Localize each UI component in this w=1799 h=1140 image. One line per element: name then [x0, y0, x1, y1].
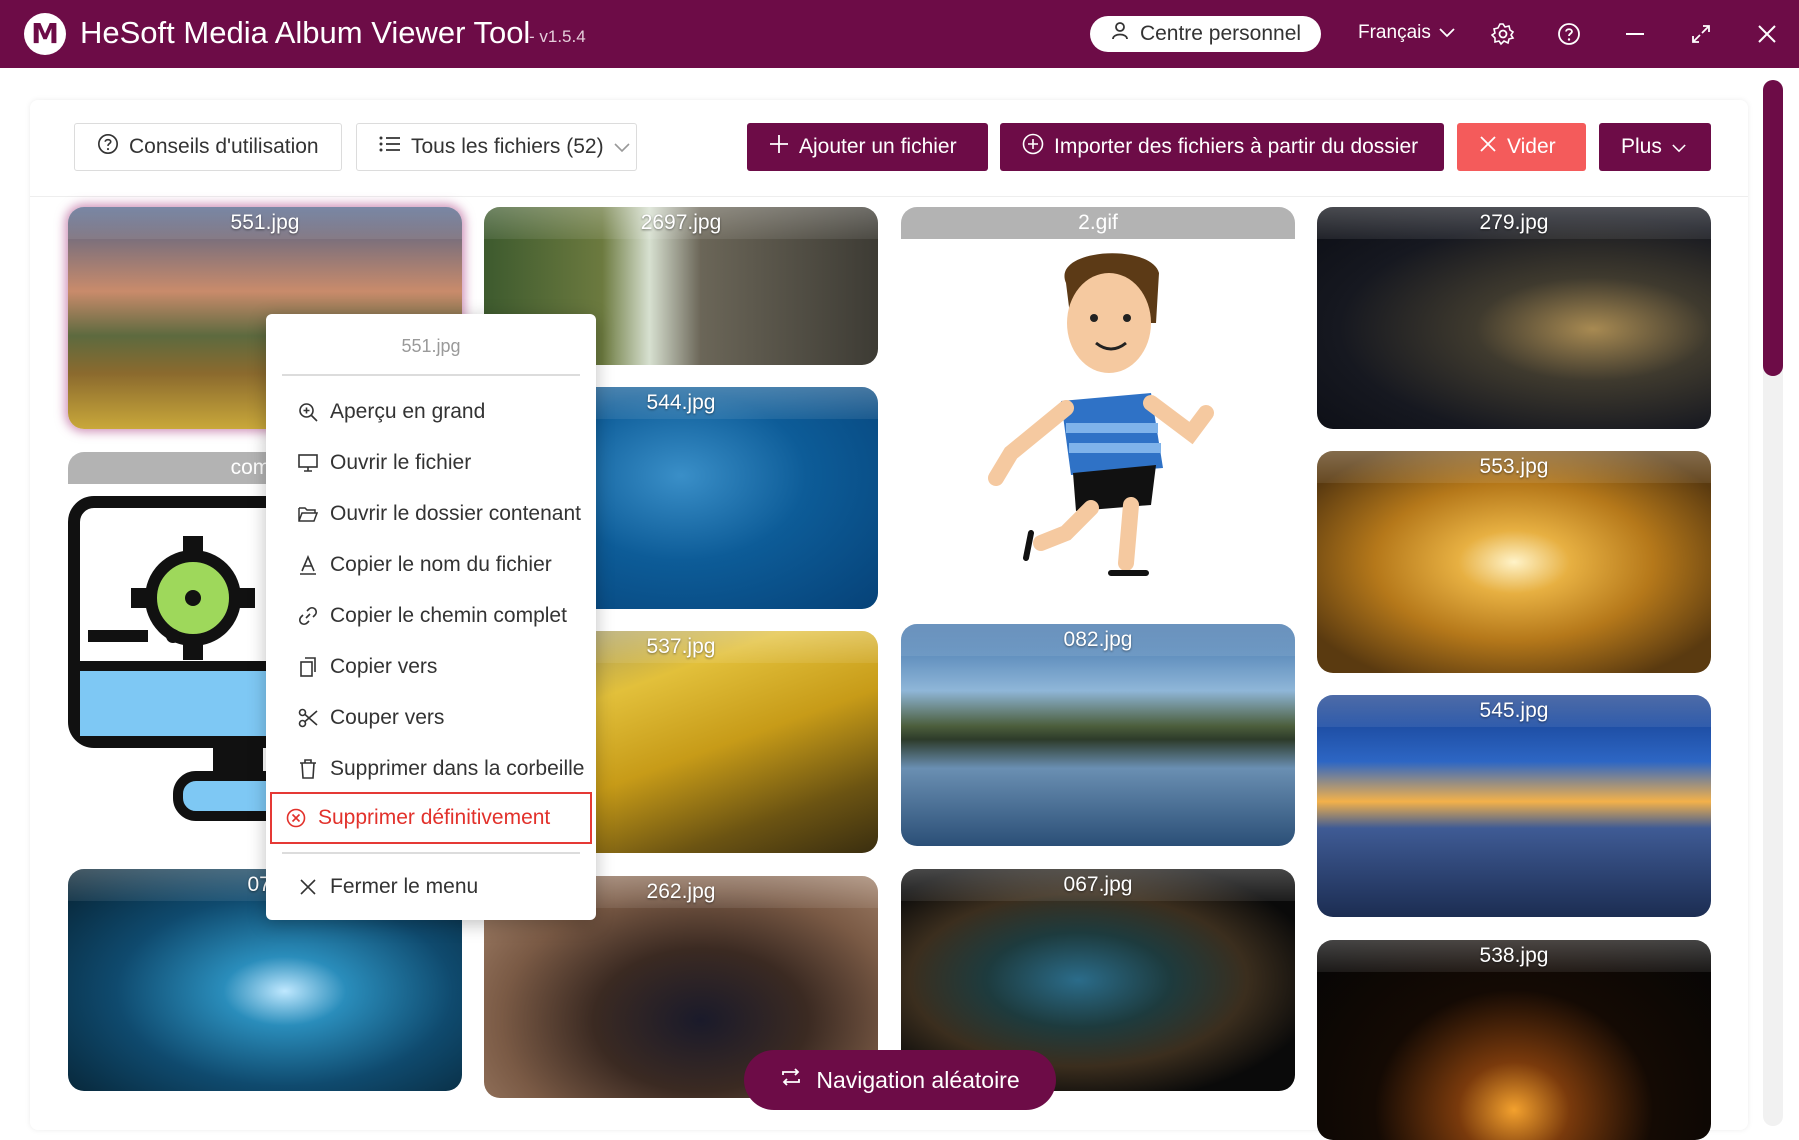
- menu-item-label: Ouvrir le dossier contenant: [330, 502, 581, 525]
- file-filter-dropdown[interactable]: Tous les fichiers (52): [356, 123, 637, 171]
- profile-button[interactable]: Centre personnel: [1090, 16, 1321, 52]
- gallery-item[interactable]: 545.jpg: [1317, 695, 1711, 917]
- gallery-item-label: 545.jpg: [1317, 695, 1711, 727]
- help-icon: [97, 133, 119, 161]
- menu-item-move-to-trash[interactable]: Supprimer dans la corbeille: [282, 747, 584, 791]
- chevron-down-icon: [614, 135, 630, 159]
- context-menu-title: 551.jpg: [401, 336, 461, 356]
- copy-icon: [298, 657, 318, 677]
- title-bar: M HeSoft Media Album Viewer Tool - v1.5.…: [0, 0, 1799, 68]
- profile-label: Centre personnel: [1139, 22, 1302, 45]
- language-selector[interactable]: Français: [1358, 22, 1455, 44]
- gallery-item-label: 082.jpg: [901, 624, 1295, 656]
- menu-item-label: Copier le nom du fichier: [330, 553, 552, 576]
- shuffle-icon: [780, 1066, 802, 1094]
- menu-item-label: Fermer le menu: [330, 875, 479, 898]
- gear-icon[interactable]: [1487, 18, 1519, 50]
- plus-icon: [769, 134, 789, 160]
- menu-divider: [282, 374, 580, 376]
- menu-item-label: Copier le chemin complet: [330, 604, 567, 627]
- context-menu: 551.jpg Aperçu en grand Ouvrir le fichie…: [266, 314, 596, 920]
- close-circle-icon: [286, 808, 306, 828]
- tips-label: Conseils d'utilisation: [129, 135, 319, 158]
- menu-item-open-file[interactable]: Ouvrir le fichier: [282, 441, 580, 485]
- link-icon: [298, 606, 318, 626]
- app-title: HeSoft Media Album Viewer Tool: [80, 15, 531, 50]
- toolbar: Conseils d'utilisation Tous les fichiers…: [30, 100, 1748, 197]
- gallery-item[interactable]: 2.gif: [901, 207, 1295, 601]
- list-icon: [379, 135, 401, 159]
- gallery-item[interactable]: 553.jpg: [1317, 451, 1711, 673]
- gallery-item[interactable]: 279.jpg: [1317, 207, 1711, 429]
- gallery-item-label: 2697.jpg: [484, 207, 878, 239]
- menu-item-open-folder[interactable]: Ouvrir le dossier contenant: [282, 492, 581, 536]
- menu-item-cut-to[interactable]: Couper vers: [282, 696, 580, 740]
- menu-item-label: Aperçu en grand: [330, 400, 486, 423]
- menu-item-label: Ouvrir le fichier: [330, 451, 472, 474]
- menu-item-close-menu[interactable]: Fermer le menu: [282, 865, 580, 909]
- add-file-label: Ajouter un fichier: [799, 135, 957, 158]
- scissors-icon: [298, 708, 318, 728]
- menu-item-label: Couper vers: [330, 706, 445, 729]
- chevron-down-icon: [1439, 22, 1455, 44]
- import-folder-label: Importer des fichiers à partir du dossie…: [1054, 135, 1419, 158]
- gallery-item-label: 067.jpg: [901, 869, 1295, 901]
- menu-item-label: Supprimer définitivement: [318, 806, 551, 829]
- gallery-item-label: 553.jpg: [1317, 451, 1711, 483]
- tips-button[interactable]: Conseils d'utilisation: [74, 123, 342, 171]
- menu-item-delete-permanently[interactable]: Supprimer définitivement: [270, 792, 592, 844]
- random-navigation-label: Navigation aléatoire: [816, 1066, 1020, 1093]
- gallery-item-label: 538.jpg: [1317, 940, 1711, 972]
- trash-icon: [298, 759, 318, 779]
- zoom-in-icon: [298, 402, 318, 422]
- close-icon: [1479, 135, 1497, 159]
- language-label: Français: [1358, 22, 1431, 43]
- gallery-item-label: 551.jpg: [68, 207, 462, 239]
- monitor-icon: [298, 453, 318, 473]
- minimize-icon[interactable]: [1619, 18, 1651, 50]
- gallery-item-label: 279.jpg: [1317, 207, 1711, 239]
- clear-button[interactable]: Vider: [1457, 123, 1586, 171]
- gallery-item-label: 2.gif: [901, 207, 1295, 239]
- menu-item-copy-path[interactable]: Copier le chemin complet: [282, 594, 580, 638]
- plus-circle-icon: [1022, 133, 1044, 161]
- maximize-icon[interactable]: [1685, 18, 1717, 50]
- more-button[interactable]: Plus: [1599, 123, 1711, 171]
- add-file-button[interactable]: Ajouter un fichier: [747, 123, 988, 171]
- menu-item-copy-to[interactable]: Copier vers: [282, 645, 580, 689]
- app-window: M HeSoft Media Album Viewer Tool - v1.5.…: [0, 0, 1799, 1140]
- close-icon: [298, 877, 318, 897]
- running-boy-image: [988, 253, 1214, 576]
- gallery-item[interactable]: 538.jpg: [1317, 940, 1711, 1140]
- app-version: - v1.5.4: [529, 27, 586, 46]
- folder-open-icon: [298, 504, 318, 524]
- close-icon[interactable]: [1751, 18, 1783, 50]
- chevron-down-icon: [1672, 135, 1686, 159]
- clear-label: Vider: [1507, 135, 1556, 158]
- more-label: Plus: [1621, 135, 1662, 158]
- import-folder-button[interactable]: Importer des fichiers à partir du dossie…: [1000, 123, 1444, 171]
- random-navigation-button[interactable]: Navigation aléatoire: [744, 1050, 1056, 1110]
- file-filter-label: Tous les fichiers (52): [411, 135, 604, 158]
- text-icon: [298, 555, 318, 575]
- scrollbar-thumb[interactable]: [1763, 80, 1783, 376]
- gallery-item[interactable]: 082.jpg: [901, 624, 1295, 846]
- menu-divider: [282, 852, 580, 854]
- help-icon[interactable]: [1553, 18, 1585, 50]
- app-logo: M: [24, 13, 66, 55]
- menu-item-label: Supprimer dans la corbeille: [330, 757, 585, 780]
- menu-item-label: Copier vers: [330, 655, 438, 678]
- menu-item-preview[interactable]: Aperçu en grand: [282, 390, 580, 434]
- menu-item-copy-name[interactable]: Copier le nom du fichier: [282, 543, 580, 587]
- user-icon: [1110, 21, 1130, 47]
